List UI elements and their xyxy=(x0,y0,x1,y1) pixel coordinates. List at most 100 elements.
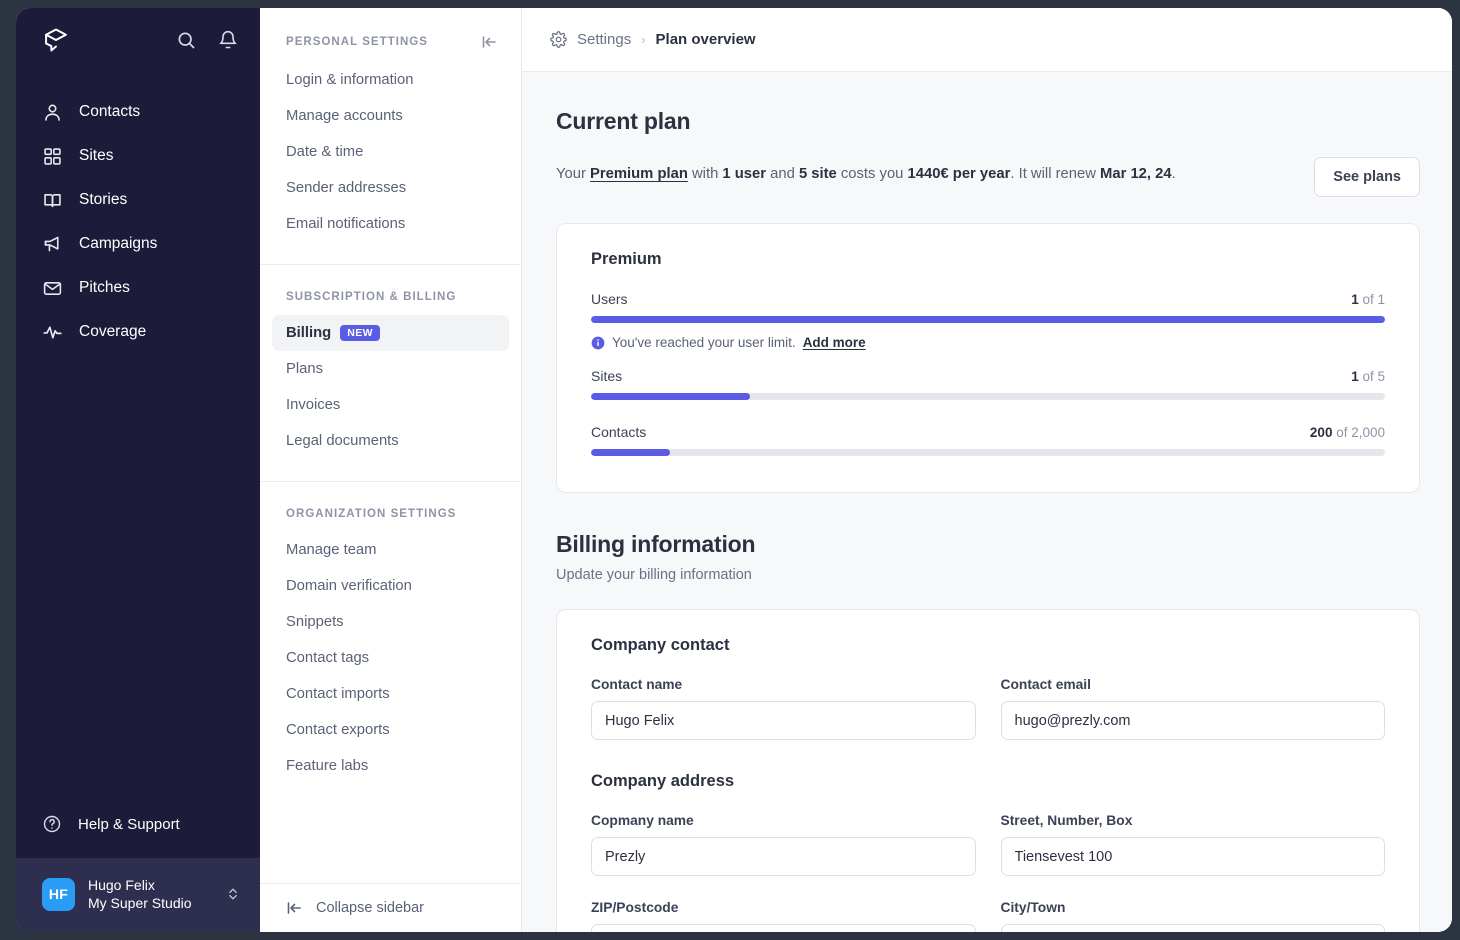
collapse-left-icon[interactable] xyxy=(481,34,497,50)
user-account-switcher[interactable]: HF Hugo Felix My Super Studio xyxy=(16,858,260,932)
field-city: City/Town xyxy=(1000,900,1385,932)
zip-input[interactable] xyxy=(591,924,976,932)
company-contact-title: Company contact xyxy=(591,636,730,654)
settings-item-invoices[interactable]: Invoices xyxy=(272,387,509,423)
usage-bar-track xyxy=(591,316,1385,323)
collapse-sidebar-button[interactable]: Collapse sidebar xyxy=(260,883,521,932)
settings-item-label: Legal documents xyxy=(286,433,399,449)
settings-group-title: ORGANIZATION SETTINGS xyxy=(286,508,457,520)
sidebar-help-label: Help & Support xyxy=(78,815,180,833)
settings-item-label: Contact imports xyxy=(286,686,390,702)
settings-item-plans[interactable]: Plans xyxy=(272,351,509,387)
usage-total: of 1 xyxy=(1358,292,1385,307)
see-plans-button[interactable]: See plans xyxy=(1314,157,1420,197)
settings-item-snippets[interactable]: Snippets xyxy=(272,604,509,640)
settings-item-manage-accounts[interactable]: Manage accounts xyxy=(272,98,509,134)
primary-sidebar: Contacts Sites Stories Campaigns Pitches… xyxy=(16,8,260,932)
billing-information-header: Billing information Update your billing … xyxy=(556,531,1420,583)
user-limit-note: You've reached your user limit. Add more xyxy=(591,335,1385,350)
sidebar-item-stories[interactable]: Stories xyxy=(16,178,260,222)
plan-summary-row: Your Premium plan with 1 user and 5 site… xyxy=(556,157,1420,197)
sidebar-item-pitches[interactable]: Pitches xyxy=(16,266,260,310)
plan-description: Your Premium plan with 1 user and 5 site… xyxy=(556,157,1176,185)
field-company-name: Copmany name xyxy=(591,813,976,876)
settings-item-login-information[interactable]: Login & information xyxy=(272,62,509,98)
field-label: Copmany name xyxy=(591,813,694,828)
book-icon xyxy=(44,193,61,207)
settings-item-domain-verification[interactable]: Domain verification xyxy=(272,568,509,604)
settings-item-billing[interactable]: Billing NEW xyxy=(272,315,509,351)
usage-value: 200 of 2,000 xyxy=(1310,425,1385,440)
company-contact-fields: Contact name Contact email xyxy=(591,677,1385,764)
plan-usage-card: Premium Users 1 of 1 You've reached your… xyxy=(556,223,1420,493)
settings-item-date-time[interactable]: Date & time xyxy=(272,134,509,170)
billing-information-subtitle: Update your billing information xyxy=(556,567,752,583)
sidebar-item-contacts[interactable]: Contacts xyxy=(16,90,260,134)
settings-group-subscription-billing: SUBSCRIPTION & BILLING Billing NEW Plans… xyxy=(260,264,521,481)
settings-item-contact-exports[interactable]: Contact exports xyxy=(272,712,509,748)
page-content: Current plan Your Premium plan with 1 us… xyxy=(522,72,1452,932)
premium-plan-link[interactable]: Premium plan xyxy=(590,166,688,182)
sidebar-item-coverage[interactable]: Coverage xyxy=(16,310,260,354)
settings-group-personal: PERSONAL SETTINGS Login & information Ma… xyxy=(260,8,521,264)
contact-name-input[interactable] xyxy=(591,701,976,740)
new-badge: NEW xyxy=(340,325,380,341)
usage-bar-fill xyxy=(591,393,750,400)
usage-value: 1 of 5 xyxy=(1351,369,1385,384)
usage-current: 1 xyxy=(1351,369,1359,384)
sidebar-item-label: Pitches xyxy=(79,279,130,296)
usage-bar-track xyxy=(591,393,1385,400)
sidebar-nav-list: Contacts Sites Stories Campaigns Pitches… xyxy=(16,90,260,354)
settings-item-label: Manage accounts xyxy=(286,108,403,124)
sidebar-item-help-support[interactable]: Help & Support xyxy=(16,802,260,846)
settings-item-contact-tags[interactable]: Contact tags xyxy=(272,640,509,676)
prezly-logo-icon[interactable] xyxy=(42,26,70,54)
settings-group-title: SUBSCRIPTION & BILLING xyxy=(286,291,457,303)
settings-item-manage-team[interactable]: Manage team xyxy=(272,532,509,568)
breadcrumb-bar: Settings › Plan overview xyxy=(522,8,1452,72)
collapse-sidebar-label: Collapse sidebar xyxy=(316,900,425,916)
settings-item-contact-imports[interactable]: Contact imports xyxy=(272,676,509,712)
bell-icon[interactable] xyxy=(218,30,238,50)
sidebar-item-sites[interactable]: Sites xyxy=(16,134,260,178)
search-icon[interactable] xyxy=(176,30,196,50)
user-name: Hugo Felix xyxy=(88,876,155,893)
settings-item-label: Invoices xyxy=(286,397,341,413)
settings-item-feature-labs[interactable]: Feature labs xyxy=(272,748,509,784)
field-label: Street, Number, Box xyxy=(1000,813,1133,828)
city-input[interactable] xyxy=(1000,924,1385,932)
collapse-left-icon xyxy=(287,902,301,914)
field-zip: ZIP/Postcode xyxy=(591,900,976,932)
settings-item-sender-addresses[interactable]: Sender addresses xyxy=(272,170,509,206)
settings-item-legal-documents[interactable]: Legal documents xyxy=(272,423,509,459)
field-contact-email: Contact email xyxy=(1000,677,1385,740)
desc-part-1: Your xyxy=(556,166,591,182)
avatar: HF xyxy=(42,877,75,911)
sidebar-item-label: Campaigns xyxy=(79,235,158,252)
settings-item-email-notifications[interactable]: Email notifications xyxy=(272,206,509,242)
settings-item-label: Manage team xyxy=(286,542,377,558)
breadcrumb-settings-link[interactable]: Settings xyxy=(577,31,631,48)
settings-item-label: Contact exports xyxy=(286,722,390,738)
field-label: ZIP/Postcode xyxy=(591,900,679,915)
billing-information-title: Billing information xyxy=(556,531,756,557)
usage-bar-track xyxy=(591,449,1385,456)
app-window: Contacts Sites Stories Campaigns Pitches… xyxy=(16,8,1452,932)
company-address-fields: Copmany name Street, Number, Box ZIP/Pos… xyxy=(591,813,1385,932)
field-label: City/Town xyxy=(1000,900,1066,915)
contact-email-input[interactable] xyxy=(1000,701,1385,740)
settings-item-label: Sender addresses xyxy=(286,180,407,196)
settings-item-label: Login & information xyxy=(286,72,414,88)
add-more-link[interactable]: Add more xyxy=(803,335,866,350)
usage-bar-fill xyxy=(591,316,1385,323)
sidebar-header xyxy=(16,8,260,72)
street-input[interactable] xyxy=(1000,837,1385,876)
sidebar-item-campaigns[interactable]: Campaigns xyxy=(16,222,260,266)
settings-sidebar-scroll: PERSONAL SETTINGS Login & information Ma… xyxy=(260,8,521,883)
question-circle-icon xyxy=(43,815,61,833)
sidebar-item-label: Coverage xyxy=(79,323,147,340)
settings-item-label: Contact tags xyxy=(286,650,370,666)
user-org: My Super Studio xyxy=(88,895,192,911)
company-name-input[interactable] xyxy=(591,837,976,876)
usage-current: 1 xyxy=(1351,292,1359,307)
